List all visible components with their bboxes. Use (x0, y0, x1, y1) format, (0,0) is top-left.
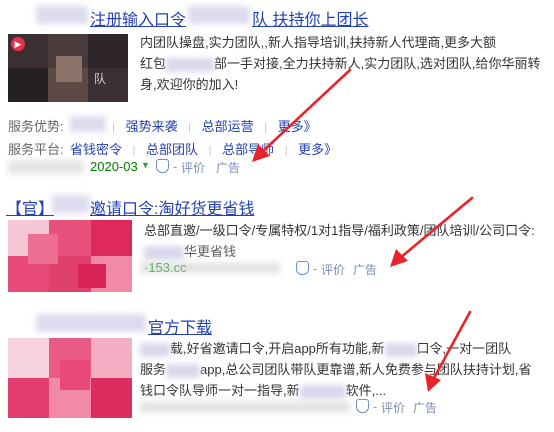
url-redaction (140, 401, 350, 413)
dropdown-triangle-icon[interactable]: ▼ (141, 160, 150, 170)
rate-link[interactable]: 评价 (381, 399, 405, 416)
advantage-more-link[interactable]: 更多》 (278, 119, 317, 134)
title-redaction (52, 195, 90, 213)
result-2-title-prefix[interactable]: 【官】 (6, 195, 54, 219)
rate-link[interactable]: 评价 (321, 261, 345, 278)
result-1-thumbnail[interactable]: ▶ 队 (8, 34, 128, 102)
platform-link[interactable]: 总部导师 (222, 142, 274, 157)
result-2-title[interactable]: 邀请口令:淘好货更省钱 (90, 195, 254, 219)
title-redaction (188, 6, 250, 24)
advantages-label: 服务优势: (8, 119, 64, 134)
advantages-row: | 强势来袭 | 总部运营 | 更多》 (112, 119, 317, 134)
result-3-description: 载,好省邀请口令,开启app所有功能,新 口令,一对一团队 服务 app,总公司团队… (140, 341, 532, 399)
platforms-row: 省钱密令 | 总部团队 | 总部导师 | 更多》 (70, 142, 338, 157)
result-3-thumbnail[interactable] (8, 338, 132, 418)
verified-shield-icon[interactable] (156, 158, 169, 176)
result-1-description: 内团队操盘,实力团队,,新人指导培训,扶持新人代理商,更多大额 红包 部一手对接,… (140, 35, 541, 92)
title-redaction (36, 6, 88, 24)
verified-shield-icon[interactable] (356, 398, 369, 416)
rate-sep: - (373, 399, 378, 414)
result-1-date: 2020-03 (90, 159, 138, 174)
platform-label: 服务平台: (8, 142, 64, 157)
rate-sep: - (173, 159, 178, 174)
result-1-title-suffix[interactable]: 队 扶持你上团长 (252, 6, 368, 30)
result-1-title[interactable]: 注册输入口令 (90, 6, 186, 30)
advantage-link[interactable]: 强势来袭 (126, 119, 178, 134)
redaction (70, 116, 106, 132)
result-2-thumbnail[interactable] (8, 220, 132, 292)
rate-sep: - (313, 261, 318, 276)
platform-link[interactable]: 总部团队 (146, 142, 198, 157)
video-play-icon: ▶ (11, 37, 25, 51)
result-3-title[interactable]: 官方下载 (148, 314, 212, 338)
platform-link[interactable]: 省钱密令 (70, 142, 122, 157)
ad-label: 广告 (353, 263, 378, 277)
result-2-url: ·153.cc (144, 260, 187, 275)
result-2-description: 总部直邀/一级口令/专属特权/1对1指导/福利政策/团队培训/公司口令: 华更省… (144, 223, 535, 260)
advantage-link[interactable]: 总部运营 (202, 119, 254, 134)
title-redaction (36, 314, 146, 332)
platform-more-link[interactable]: 更多》 (298, 142, 337, 157)
thumbnail-badge: 队 (94, 72, 107, 86)
ad-label: 广告 (216, 161, 241, 175)
rate-link[interactable]: 评价 (181, 159, 205, 176)
verified-shield-icon[interactable] (296, 260, 309, 278)
ad-label: 广告 (413, 401, 438, 415)
url-redaction (8, 160, 84, 174)
